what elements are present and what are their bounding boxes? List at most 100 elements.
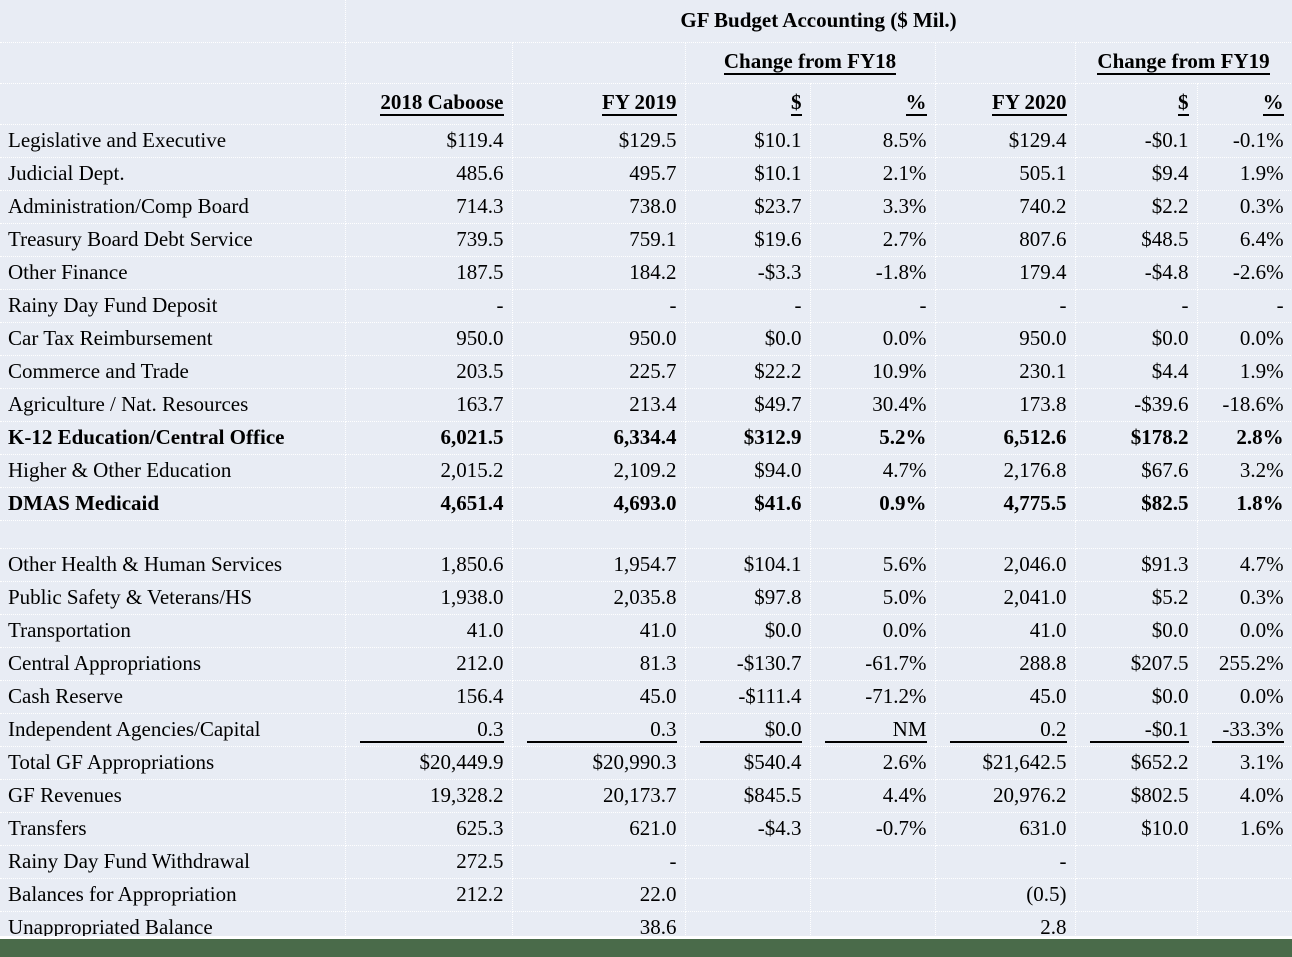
cell-change-fy19-dollar: $4.4 <box>1075 355 1198 389</box>
cell-change-fy18-dollar: $10.1 <box>685 124 811 158</box>
cell-change-fy18-dollar: -$4.3 <box>685 812 811 846</box>
header-group-change-fy19: Change from FY19 <box>1075 42 1292 84</box>
table-body: GF Budget Accounting ($ Mil.) Change fro… <box>0 0 1292 945</box>
cell-change-fy18-dollar <box>685 845 811 879</box>
table-row: Higher & Other Education 2,015.2 2,109.2 $9… <box>0 454 1292 488</box>
cell-change-fy19-dollar: - <box>1075 289 1198 323</box>
cell-change-fy19-percent: 255.2% <box>1197 647 1292 681</box>
cell-2018-caboose: 187.5 <box>345 256 513 290</box>
cell-change-fy18-dollar: - <box>685 289 811 323</box>
cell-fy-2020: (0.5) <box>935 878 1076 912</box>
cell-fy-2019: 2,109.2 <box>512 454 686 488</box>
cell-change-fy19-dollar: $207.5 <box>1075 647 1198 681</box>
header-row-title: GF Budget Accounting ($ Mil.) <box>0 0 1292 43</box>
cell-change-fy19-dollar: $802.5 <box>1075 779 1198 813</box>
cell-2018-caboose: 0.3 <box>345 713 513 747</box>
cell-change-fy19-dollar: $5.2 <box>1075 581 1198 615</box>
cell-row-label: Central Appropriations <box>0 647 346 681</box>
cell-fy-2019: $20,990.3 <box>512 746 686 780</box>
cell-fy-2019: 621.0 <box>512 812 686 846</box>
cell-fy-2019: 738.0 <box>512 190 686 224</box>
cell-fy-2020: 807.6 <box>935 223 1076 257</box>
cell-change-fy18-percent: 0.9% <box>810 487 936 521</box>
cell-row-label: Balances for Appropriation <box>0 878 346 912</box>
cell-fy-2020: - <box>935 845 1076 879</box>
cell-2018-caboose: 739.5 <box>345 223 513 257</box>
cell-fy-2020: 45.0 <box>935 680 1076 714</box>
cell-change-fy19-percent: 0.3% <box>1197 581 1292 615</box>
bottom-accent-band <box>0 939 1292 957</box>
cell-2018-caboose: 203.5 <box>345 355 513 389</box>
cell-row-label: Cash Reserve <box>0 680 346 714</box>
header-row-columns: 2018 Caboose FY 2019 $ % FY 2020 $ % <box>0 83 1292 125</box>
cell-change-fy18-percent: 4.4% <box>810 779 936 813</box>
cell-change-fy19-percent: -33.3% <box>1197 713 1292 747</box>
cell-change-fy19-percent: 1.6% <box>1197 812 1292 846</box>
cell-fy-2019: 81.3 <box>512 647 686 681</box>
cell-2018-caboose: 156.4 <box>345 680 513 714</box>
cell-change-fy18-dollar: $97.8 <box>685 581 811 615</box>
table-row: Other Finance 187.5 184.2 -$3.3 -1.8% 179.4 -$… <box>0 256 1292 290</box>
cell-row-label: Treasury Board Debt Service <box>0 223 346 257</box>
cell-change-fy19-dollar: $2.2 <box>1075 190 1198 224</box>
cell-fy-2020: 230.1 <box>935 355 1076 389</box>
cell-change-fy18-dollar: -$3.3 <box>685 256 811 290</box>
cell-fy-2019: 2,035.8 <box>512 581 686 615</box>
cell-change-fy18-percent: - <box>810 289 936 323</box>
cell-change-fy19-dollar: $652.2 <box>1075 746 1198 780</box>
cell-change-fy18-dollar: $0.0 <box>685 614 811 648</box>
cell-change-fy18-dollar: $10.1 <box>685 157 811 191</box>
cell-fy-2020: 6,512.6 <box>935 421 1076 455</box>
cell-fy-2020: - <box>935 289 1076 323</box>
cell-fy-2019: 495.7 <box>512 157 686 191</box>
cell-change-fy18-percent: 0.0% <box>810 322 936 356</box>
cell-change-fy18-percent <box>810 520 936 549</box>
table-row: Legislative and Executive $119.4 $129.5 $10… <box>0 124 1292 158</box>
cell-change-fy19-percent: -18.6% <box>1197 388 1292 422</box>
cell-fy-2020: 0.2 <box>935 713 1076 747</box>
header-group-blank-fy2020 <box>935 42 1076 84</box>
cell-change-fy19-percent: 4.0% <box>1197 779 1292 813</box>
cell-change-fy18-percent: 3.3% <box>810 190 936 224</box>
cell-change-fy19-percent: - <box>1197 289 1292 323</box>
cell-change-fy19-dollar: $48.5 <box>1075 223 1198 257</box>
cell-fy-2019: - <box>512 289 686 323</box>
cell-change-fy19-percent: 4.7% <box>1197 548 1292 582</box>
budget-spreadsheet: GF Budget Accounting ($ Mil.) Change fro… <box>0 0 1292 957</box>
cell-change-fy18-dollar: $23.7 <box>685 190 811 224</box>
header-group-change-fy18: Change from FY18 <box>685 42 936 84</box>
cell-2018-caboose: 4,651.4 <box>345 487 513 521</box>
cell-change-fy18-dollar <box>685 520 811 549</box>
cell-fy-2020: 2,041.0 <box>935 581 1076 615</box>
cell-change-fy18-percent: 5.6% <box>810 548 936 582</box>
cell-2018-caboose: 625.3 <box>345 812 513 846</box>
cell-fy-2020 <box>935 520 1076 549</box>
header-corner-cell <box>0 0 346 43</box>
cell-row-label: DMAS Medicaid <box>0 487 346 521</box>
table-row: Total GF Appropriations $20,449.9 $20,990.… <box>0 746 1292 780</box>
cell-change-fy19-dollar: $9.4 <box>1075 157 1198 191</box>
cell-change-fy19-dollar: -$0.1 <box>1075 124 1198 158</box>
cell-fy-2019: 759.1 <box>512 223 686 257</box>
column-header-change-fy19-percent: % <box>1197 83 1292 125</box>
cell-change-fy19-dollar <box>1075 845 1198 879</box>
cell-change-fy18-percent: 2.6% <box>810 746 936 780</box>
cell-fy-2019: 41.0 <box>512 614 686 648</box>
cell-change-fy19-percent <box>1197 845 1292 879</box>
cell-change-fy18-percent: 2.7% <box>810 223 936 257</box>
cell-row-label: Transfers <box>0 812 346 846</box>
cell-row-label: Legislative and Executive <box>0 124 346 158</box>
cell-change-fy18-percent <box>810 845 936 879</box>
cell-2018-caboose: 272.5 <box>345 845 513 879</box>
cell-change-fy19-dollar: $10.0 <box>1075 812 1198 846</box>
cell-change-fy19-dollar: -$4.8 <box>1075 256 1198 290</box>
cell-row-label: Car Tax Reimbursement <box>0 322 346 356</box>
cell-fy-2020: 41.0 <box>935 614 1076 648</box>
cell-change-fy19-percent: 1.8% <box>1197 487 1292 521</box>
cell-row-label: Administration/Comp Board <box>0 190 346 224</box>
cell-row-label: Higher & Other Education <box>0 454 346 488</box>
cell-row-label <box>0 520 346 549</box>
cell-2018-caboose: 212.2 <box>345 878 513 912</box>
cell-change-fy18-dollar: $0.0 <box>685 713 811 747</box>
cell-2018-caboose: 163.7 <box>345 388 513 422</box>
